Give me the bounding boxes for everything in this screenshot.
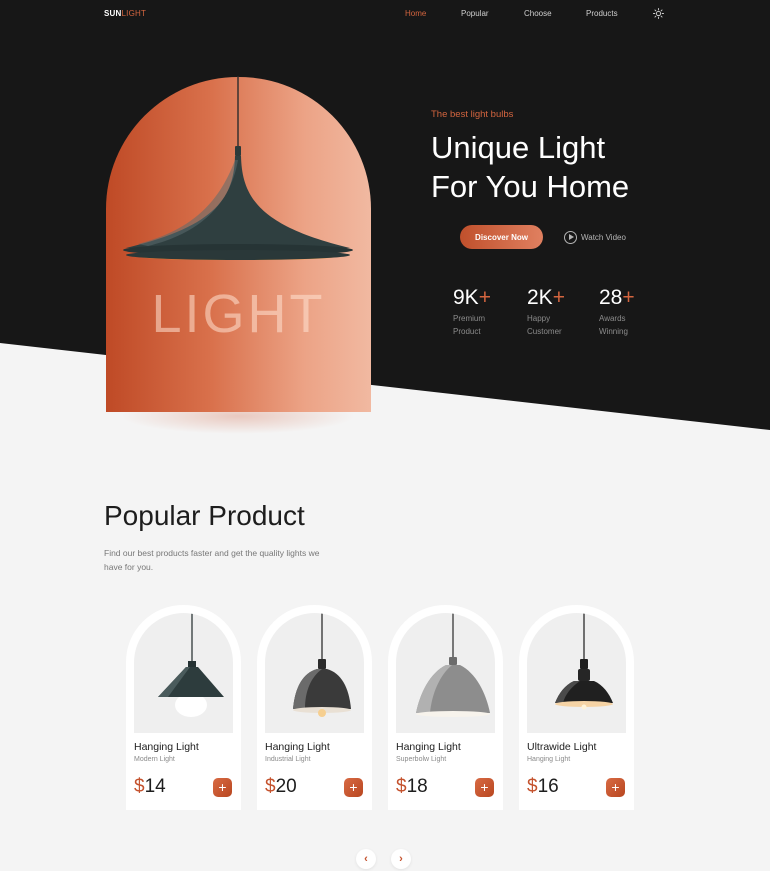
next-button[interactable]: › — [391, 849, 411, 869]
product-card[interactable]: Hanging Light Industrial Light $20 + — [257, 605, 372, 810]
product-card[interactable]: Ultrawide Light Hanging Light $16 + — [519, 605, 634, 810]
product-name: Hanging Light — [265, 741, 330, 753]
logo-part-light: LIGHT — [121, 9, 147, 18]
stat-label: Premium Product — [453, 314, 486, 336]
top-nav: SUNLIGHT Home Popular Choose Products — [0, 0, 770, 28]
hero-headline: Unique Light For You Home — [431, 128, 731, 206]
pendant-lamp-icon — [158, 613, 224, 717]
pendant-lamp-icon — [293, 613, 351, 717]
hero-headline-line2: For You Home — [431, 169, 630, 204]
nav-link-home[interactable]: Home — [405, 9, 426, 18]
pendant-lamp-icon — [555, 613, 613, 710]
arch-word: LIGHT — [151, 284, 326, 344]
stat-awards-winning: 28+ Awards Winning — [599, 286, 669, 338]
pendant-lamp-icon — [416, 613, 490, 717]
discover-now-button[interactable]: Discover Now — [460, 225, 543, 249]
stat-happy-customer: 2K+ Happy Customer — [527, 286, 597, 338]
section-title: Popular Product — [104, 500, 305, 531]
logo-part-sun: SUN — [104, 9, 122, 18]
product-card[interactable]: Hanging Light Modern Light $14 + — [126, 605, 241, 810]
nav-link-products[interactable]: Products — [586, 9, 618, 18]
nav-link-choose[interactable]: Choose — [524, 9, 552, 18]
product-type: Industrial Light — [265, 756, 311, 763]
product-price: $18 — [396, 776, 428, 797]
product-image — [265, 613, 364, 733]
product-type: Hanging Light — [527, 756, 571, 763]
add-to-cart-button[interactable]: + — [606, 778, 625, 797]
product-image — [134, 613, 233, 733]
product-image — [527, 613, 626, 733]
product-card[interactable]: Hanging Light Superbolw Light $18 + — [388, 605, 503, 810]
prev-button[interactable]: ‹ — [356, 849, 376, 869]
stat-label: Awards Winning — [599, 314, 628, 336]
product-name: Ultrawide Light — [527, 741, 597, 753]
product-name: Hanging Light — [396, 741, 461, 753]
product-price: $20 — [265, 776, 297, 797]
pendant-lamp-icon — [123, 76, 353, 260]
hero-headline-line1: Unique Light — [431, 130, 606, 165]
logo[interactable]: SUNLIGHT — [104, 9, 146, 18]
product-price: $16 — [527, 776, 559, 797]
stat-value: 9K+ — [453, 286, 491, 309]
watch-video-button[interactable]: Watch Video — [564, 229, 626, 245]
product-name: Hanging Light — [134, 741, 199, 753]
stat-value: 2K+ — [527, 286, 565, 309]
product-price: $14 — [134, 776, 166, 797]
stat-value: 28+ — [599, 286, 635, 309]
add-to-cart-button[interactable]: + — [344, 778, 363, 797]
stat-label: Happy Customer — [527, 314, 562, 336]
play-icon — [564, 230, 577, 244]
nav-link-popular[interactable]: Popular — [461, 9, 489, 18]
add-to-cart-button[interactable]: + — [213, 778, 232, 797]
section-description: Find our best products faster and get th… — [104, 548, 320, 572]
product-image — [396, 613, 495, 733]
add-to-cart-button[interactable]: + — [475, 778, 494, 797]
stat-premium-product: 9K+ Premium Product — [453, 286, 523, 338]
sun-icon[interactable] — [653, 8, 664, 19]
product-type: Superbolw Light — [396, 756, 447, 763]
product-type: Modern Light — [134, 756, 175, 763]
hero-tagline: The best light bulbs — [431, 109, 514, 120]
watch-video-label: Watch Video — [581, 232, 626, 242]
